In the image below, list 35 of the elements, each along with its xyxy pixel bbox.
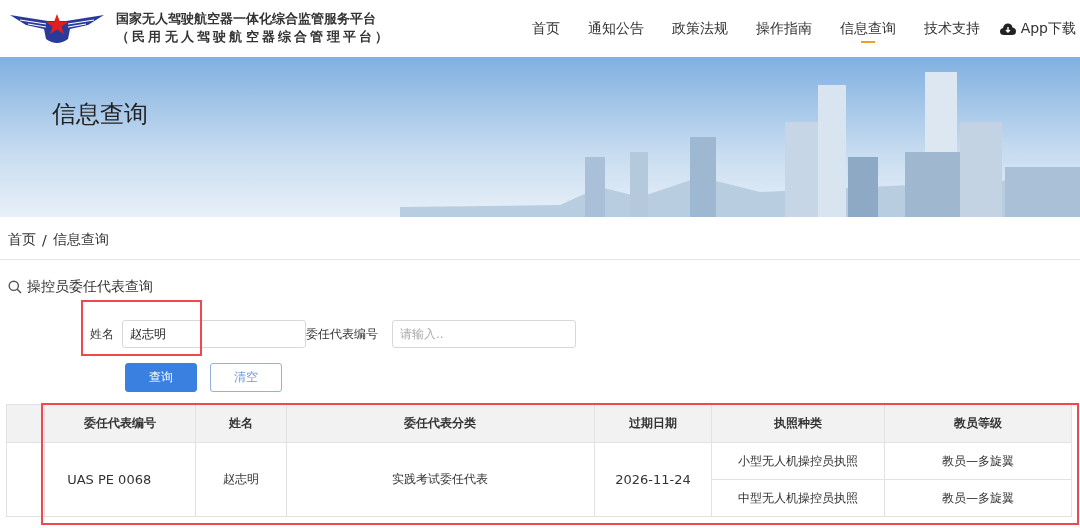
table-cell: 实践考试委任代表 bbox=[286, 442, 595, 517]
field-label: 姓名 bbox=[90, 325, 114, 343]
table-cell: 教员—多旋翼 bbox=[884, 442, 1072, 480]
breadcrumb-item: 信息查询 bbox=[52, 231, 109, 249]
nav-link[interactable]: 信息查询 bbox=[829, 0, 906, 57]
breadcrumb-separator: / bbox=[42, 232, 47, 248]
table-cell: UAS PE 0068 bbox=[44, 442, 196, 517]
table-cell: 中型无人机操控员执照 bbox=[711, 479, 885, 517]
cloud-download-icon bbox=[999, 22, 1016, 35]
breadcrumb-item[interactable]: 首页 bbox=[8, 231, 36, 249]
platform-subtitle: （民用无人驾驶航空器综合管理平台） bbox=[116, 29, 392, 46]
table-cell: 小型无人机操控员执照 bbox=[711, 442, 885, 480]
column-header: 姓名 bbox=[195, 404, 287, 443]
column-header: 过期日期 bbox=[594, 404, 712, 443]
column-header: 委任代表分类 bbox=[286, 404, 595, 443]
column-header: 执照种类 bbox=[711, 404, 885, 443]
table-cell: 赵志明 bbox=[195, 442, 287, 517]
input-field[interactable]: 请输入.. bbox=[392, 320, 576, 348]
section-title: 操控员委任代表查询 bbox=[27, 278, 153, 296]
app-download-link[interactable]: App下载 bbox=[1020, 19, 1076, 38]
nav-link[interactable]: 通知公告 bbox=[577, 0, 654, 57]
nav-link[interactable]: 技术支持 bbox=[913, 0, 990, 57]
table-cell: 2026-11-24 bbox=[594, 442, 712, 517]
field-label: 委任代表编号 bbox=[306, 325, 378, 343]
search-button[interactable]: 查询 bbox=[125, 363, 197, 392]
nav-link[interactable]: 操作指南 bbox=[745, 0, 822, 57]
search-icon bbox=[8, 280, 22, 294]
nav-link[interactable]: 首页 bbox=[521, 0, 570, 57]
platform-title: 国家无人驾驶航空器一体化综合监管服务平台 bbox=[116, 11, 377, 28]
table-cell: 教员—多旋翼 bbox=[884, 479, 1072, 517]
nav-link[interactable]: 政策法规 bbox=[661, 0, 738, 57]
column-header: 教员等级 bbox=[884, 404, 1072, 443]
input-field[interactable]: 赵志明 bbox=[122, 320, 306, 348]
column-header: 委任代表编号 bbox=[44, 404, 196, 443]
banner-title: 信息查询 bbox=[52, 99, 148, 130]
